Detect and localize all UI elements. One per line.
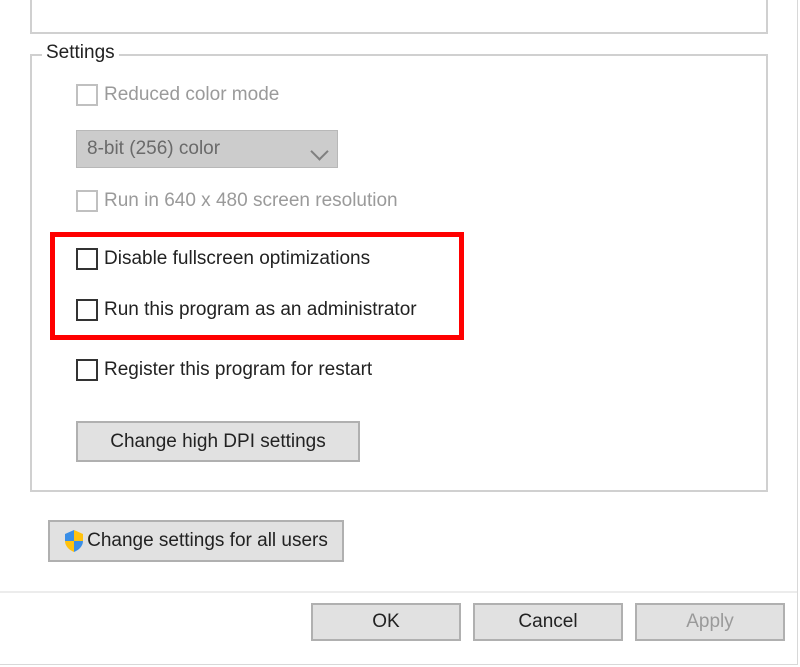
run-as-admin-checkbox[interactable] bbox=[76, 299, 98, 321]
low-res-row: Run in 640 x 480 screen resolution bbox=[76, 190, 398, 212]
cancel-button[interactable]: Cancel bbox=[473, 603, 623, 641]
low-res-checkbox bbox=[76, 190, 98, 212]
register-restart-row[interactable]: Register this program for restart bbox=[76, 359, 372, 381]
cancel-label: Cancel bbox=[518, 611, 577, 633]
change-dpi-label: Change high DPI settings bbox=[110, 431, 325, 453]
properties-dialog: Settings Reduced color mode 8-bit (256) … bbox=[0, 0, 798, 665]
low-res-label: Run in 640 x 480 screen resolution bbox=[104, 190, 398, 212]
ok-label: OK bbox=[372, 611, 399, 633]
dialog-button-bar: OK Cancel Apply bbox=[0, 591, 797, 651]
register-restart-checkbox[interactable] bbox=[76, 359, 98, 381]
change-all-users-button[interactable]: Change settings for all users bbox=[48, 520, 344, 562]
change-dpi-button[interactable]: Change high DPI settings bbox=[76, 421, 360, 462]
reduced-color-checkbox bbox=[76, 84, 98, 106]
disable-fullscreen-label: Disable fullscreen optimizations bbox=[104, 248, 370, 270]
ok-button[interactable]: OK bbox=[311, 603, 461, 641]
reduced-color-label: Reduced color mode bbox=[104, 84, 279, 106]
reduced-color-row: Reduced color mode bbox=[76, 84, 279, 106]
color-depth-value: 8-bit (256) color bbox=[87, 138, 220, 160]
change-all-users-label: Change settings for all users bbox=[87, 530, 328, 552]
color-depth-dropdown: 8-bit (256) color bbox=[76, 130, 338, 168]
settings-legend: Settings bbox=[42, 42, 119, 64]
register-restart-label: Register this program for restart bbox=[104, 359, 372, 381]
shield-icon bbox=[64, 530, 84, 552]
disable-fullscreen-checkbox[interactable] bbox=[76, 248, 98, 270]
run-as-admin-label: Run this program as an administrator bbox=[104, 299, 417, 321]
apply-label: Apply bbox=[686, 611, 734, 633]
compatibility-mode-group bbox=[30, 0, 768, 34]
disable-fullscreen-row[interactable]: Disable fullscreen optimizations bbox=[76, 248, 370, 270]
run-as-admin-row[interactable]: Run this program as an administrator bbox=[76, 299, 417, 321]
apply-button[interactable]: Apply bbox=[635, 603, 785, 641]
